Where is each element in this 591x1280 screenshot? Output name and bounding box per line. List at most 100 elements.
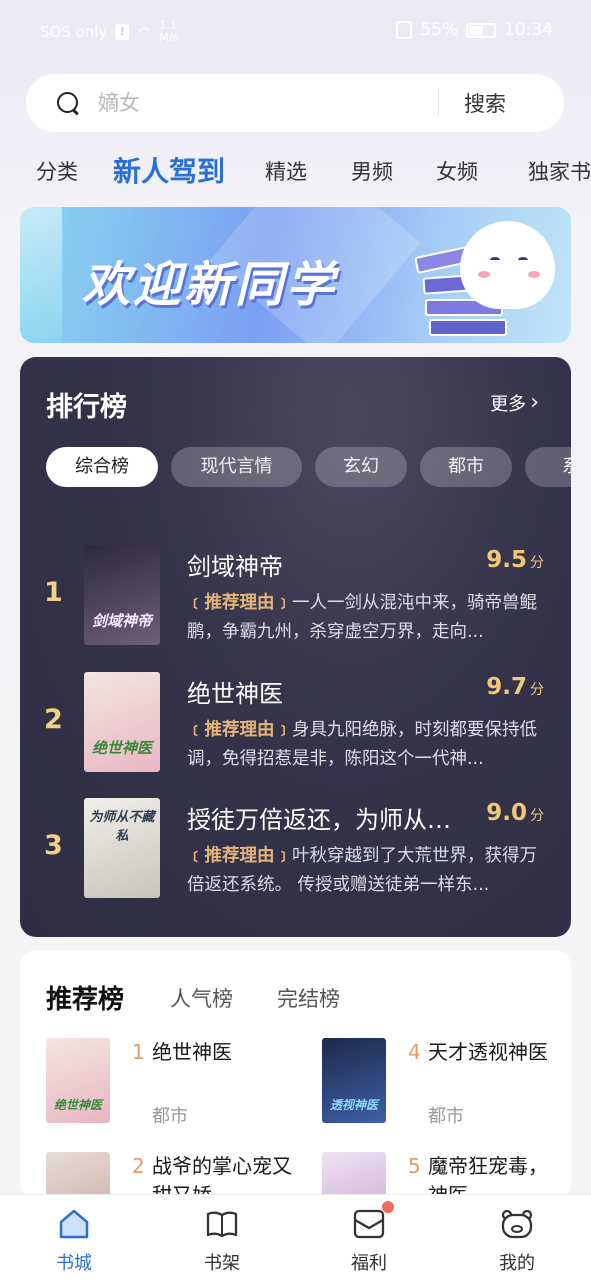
chip-system[interactable]: 系 <box>525 447 571 487</box>
book-reason: ﹝推荐理由﹞身具九阳绝脉，时刻都要保持低调，免得招惹是非，陈阳这个一代神... <box>187 716 547 774</box>
tab-male[interactable]: 男频 <box>351 156 393 186</box>
search-bar[interactable]: 搜索 <box>26 74 564 132</box>
nav-label: 书城 <box>56 1253 92 1274</box>
welcome-banner[interactable]: 欢迎新同学 <box>20 207 571 343</box>
reason-label: 推荐理由 <box>204 593 275 613</box>
gift-box-icon <box>352 1201 394 1241</box>
chip-modern-romance[interactable]: 现代言情 <box>171 447 302 487</box>
tab-female[interactable]: 女频 <box>436 156 478 186</box>
tab-recommend[interactable]: 推荐榜 <box>46 979 124 1016</box>
score-unit: 分 <box>530 808 544 824</box>
reason-tag: ﹝推荐理由﹞ <box>187 846 292 866</box>
search-button[interactable]: 搜索 <box>464 88 506 118</box>
tab-category[interactable]: 分类 <box>36 156 78 186</box>
tab-featured[interactable]: 精选 <box>265 156 307 186</box>
battery-fill <box>469 25 484 35</box>
recommend-item[interactable]: 绝世神医 1 绝世神医 都市 <box>46 1038 296 1128</box>
reason-tag: ﹝推荐理由﹞ <box>187 593 292 613</box>
book-cover[interactable]: 剑域神帝 <box>84 545 160 645</box>
ranking-item[interactable]: 1 剑域神帝 剑域神帝 9.5 分 ﹝推荐理由﹞一人一剑从混沌中来，骑帝兽鲲鹏，争… <box>20 545 571 645</box>
channel-tabs: 分类 新人驾到 精选 男频 女频 独家书 <box>0 146 591 194</box>
notification-dot <box>382 1201 394 1213</box>
chip-urban[interactable]: 都市 <box>420 447 512 487</box>
ranking-more-link[interactable]: 更多 › <box>490 390 539 416</box>
search-icon[interactable] <box>56 91 80 115</box>
sim-alert-icon: ! <box>115 24 130 40</box>
tab-exclusive[interactable]: 独家书 <box>528 156 591 186</box>
book-title: 绝世神医 <box>187 680 283 708</box>
book-cover[interactable]: 透视神医 <box>322 1038 386 1123</box>
score-unit: 分 <box>530 555 544 571</box>
more-label: 更多 <box>490 394 527 415</box>
status-right: 55% 10:34 <box>396 20 553 40</box>
book-title: 授徒万倍返还，为师从不藏私 <box>187 806 472 834</box>
wifi-icon: ◠ <box>137 22 152 42</box>
score-value: 9.0 <box>486 800 527 826</box>
battery-percent: 55% <box>420 20 458 40</box>
ranking-chips: 综合榜 现代言情 玄幻 都市 系 <box>46 447 571 487</box>
book-open-icon <box>205 1207 239 1241</box>
book-reason: ﹝推荐理由﹞叶秋穿越到了大荒世界，获得万倍返还系统。 传授或赠送徒弟一样东... <box>187 842 547 900</box>
rank-number: 2 <box>132 1154 145 1178</box>
nav-label: 福利 <box>351 1253 387 1274</box>
book-cover[interactable]: 为师从不藏私 <box>84 798 160 898</box>
bottom-navigation: 书城 书架 福利 我的 <box>0 1194 591 1280</box>
tab-popular[interactable]: 人气榜 <box>170 983 233 1013</box>
score-unit: 分 <box>530 682 544 698</box>
banner-title: 欢迎新同学 <box>82 257 338 313</box>
bear-face-icon <box>500 1207 534 1241</box>
rank-number: 3 <box>44 830 63 861</box>
ranking-item[interactable]: 3 为师从不藏私 授徒万倍返还，为师从不藏私 9.0 分 ﹝推荐理由﹞叶秋穿越到了… <box>20 798 571 898</box>
book-score: 9.7 分 <box>486 674 544 700</box>
rank-number: 1 <box>132 1040 145 1064</box>
cover-title: 绝世神医 <box>91 739 152 757</box>
book-cover[interactable] <box>46 1152 110 1200</box>
score-value: 9.5 <box>486 547 527 573</box>
tab-completed[interactable]: 完结榜 <box>277 983 340 1013</box>
book-cover[interactable]: 绝世神医 <box>46 1038 110 1123</box>
nav-bookshelf[interactable]: 书架 <box>162 1207 282 1275</box>
battery-icon <box>466 22 496 38</box>
reason-tag: ﹝推荐理由﹞ <box>187 720 292 740</box>
book-title: 绝世神医 <box>152 1040 232 1064</box>
search-divider <box>438 90 439 116</box>
clock: 10:34 <box>504 20 553 40</box>
nav-label: 书架 <box>204 1253 240 1274</box>
ranking-card: 排行榜 更多 › 综合榜 现代言情 玄幻 都市 系 1 剑域神帝 剑域神帝 9.… <box>20 357 571 937</box>
banner-decoration <box>20 207 62 343</box>
network-speed: 1.1 M/s <box>159 20 178 44</box>
home-icon <box>57 1207 91 1241</box>
book-cover[interactable] <box>322 1152 386 1200</box>
book-score: 9.0 分 <box>486 800 544 826</box>
search-input[interactable] <box>98 91 438 115</box>
nav-welfare[interactable]: 福利 <box>309 1201 429 1275</box>
status-bar: SOS only ! ◠ 1.1 M/s 55% 10:34 <box>0 0 591 66</box>
rank-number: 1 <box>44 577 63 608</box>
book-cover[interactable]: 绝世神医 <box>84 672 160 772</box>
nav-profile[interactable]: 我的 <box>457 1207 577 1275</box>
cover-title: 绝世神医 <box>53 1098 102 1112</box>
reason-label: 推荐理由 <box>204 846 275 866</box>
rank-number: 4 <box>408 1040 421 1064</box>
ranking-item[interactable]: 2 绝世神医 绝世神医 9.7 分 ﹝推荐理由﹞身具九阳绝脉，时刻都要保持低调，免… <box>20 672 571 772</box>
speed-unit: M/s <box>159 31 179 44</box>
chevron-right-icon: › <box>530 390 539 415</box>
book-category: 都市 <box>152 1106 188 1127</box>
book-title: 魔帝狂宠毒，神医 <box>428 1154 548 1200</box>
chip-overall[interactable]: 综合榜 <box>46 447 158 487</box>
nav-bookstore[interactable]: 书城 <box>14 1207 134 1275</box>
recommend-item[interactable]: 透视神医 4 天才透视神医 都市 <box>322 1038 571 1128</box>
reason-label: 推荐理由 <box>204 720 275 740</box>
recommend-item[interactable]: 2 战爷的掌心宠又甜又娇 <box>46 1152 296 1200</box>
recommend-item[interactable]: 5 魔帝狂宠毒，神医 <box>322 1152 571 1200</box>
rank-number: 5 <box>408 1154 421 1178</box>
recommend-card: 推荐榜 人气榜 完结榜 绝世神医 1 绝世神医 都市 透视神医 4 天才透视神医… <box>20 950 571 1200</box>
status-left: SOS only ! ◠ 1.1 M/s <box>40 20 178 44</box>
ranking-title: 排行榜 <box>46 392 127 423</box>
book-category: 都市 <box>428 1106 464 1127</box>
book-reason: ﹝推荐理由﹞一人一剑从混沌中来，骑帝兽鲲鹏，争霸九州，杀穿虚空万界，走向... <box>187 589 547 647</box>
rank-number: 2 <box>44 704 63 735</box>
tab-newcomer[interactable]: 新人驾到 <box>113 150 225 190</box>
chip-fantasy[interactable]: 玄幻 <box>315 447 407 487</box>
carrier-text: SOS only <box>40 23 108 41</box>
